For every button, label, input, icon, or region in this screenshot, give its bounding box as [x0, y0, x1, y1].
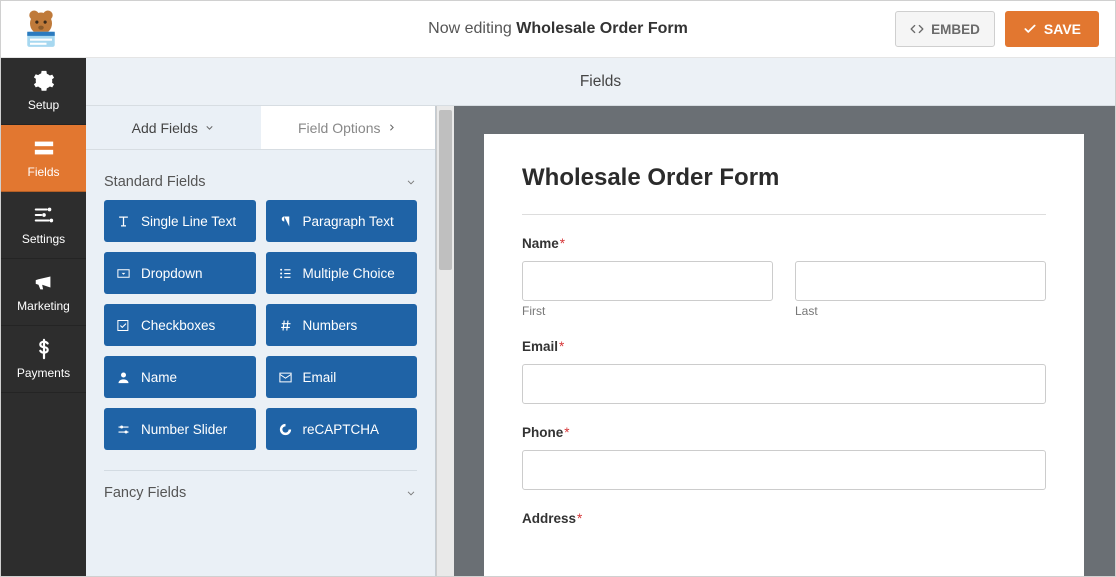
tab-add-fields[interactable]: Add Fields: [86, 106, 261, 149]
form-field-name[interactable]: Name* First Last: [522, 235, 1046, 318]
label-address: Address*: [522, 511, 582, 526]
field-paragraph-text[interactable]: Paragraph Text: [266, 200, 418, 242]
scrollbar-thumb[interactable]: [439, 110, 452, 270]
tab-field-options[interactable]: Field Options: [261, 106, 436, 149]
code-icon: [910, 22, 924, 36]
field-numbers[interactable]: Numbers: [266, 304, 418, 346]
embed-button[interactable]: EMBED: [895, 11, 995, 47]
hash-icon: [278, 318, 293, 333]
user-icon: [116, 370, 131, 385]
nav-setup[interactable]: Setup: [1, 58, 86, 125]
scrollbar[interactable]: [436, 106, 454, 576]
gear-icon: [33, 70, 55, 92]
input-last-name[interactable]: [795, 261, 1046, 301]
input-phone[interactable]: [522, 450, 1046, 490]
nav-fields[interactable]: Fields: [1, 125, 86, 192]
label-email: Email*: [522, 339, 564, 354]
form-field-address[interactable]: Address*: [522, 510, 1046, 528]
sublabel-first: First: [522, 304, 773, 318]
envelope-icon: [278, 370, 293, 385]
check-icon: [1023, 22, 1037, 36]
field-recaptcha[interactable]: reCAPTCHA: [266, 408, 418, 450]
form-canvas: Wholesale Order Form Name* First: [454, 106, 1115, 576]
panel-heading: Fields: [86, 58, 1115, 106]
save-button[interactable]: SAVE: [1005, 11, 1099, 47]
chevron-down-icon: [405, 176, 417, 188]
paragraph-icon: [278, 214, 293, 229]
text-icon: [116, 214, 131, 229]
nav-payments[interactable]: Payments: [1, 326, 86, 393]
field-dropdown[interactable]: Dropdown: [104, 252, 256, 294]
field-checkboxes[interactable]: Checkboxes: [104, 304, 256, 346]
form-field-email[interactable]: Email*: [522, 338, 1046, 404]
nav-settings[interactable]: Settings: [1, 192, 86, 259]
app-logo: [17, 5, 65, 53]
dropdown-icon: [116, 266, 131, 281]
divider: [522, 214, 1046, 215]
input-email[interactable]: [522, 364, 1046, 404]
field-email[interactable]: Email: [266, 356, 418, 398]
megaphone-icon: [33, 271, 55, 293]
form-title: Wholesale Order Form: [522, 164, 1046, 192]
slider-icon: [116, 422, 131, 437]
form-field-phone[interactable]: Phone*: [522, 424, 1046, 490]
divider: [104, 470, 417, 471]
section-fancy-fields[interactable]: Fancy Fields: [104, 485, 417, 501]
chevron-down-icon: [405, 487, 417, 499]
sublabel-last: Last: [795, 304, 1046, 318]
label-name: Name*: [522, 236, 565, 251]
field-single-line-text[interactable]: Single Line Text: [104, 200, 256, 242]
chevron-down-icon: [204, 122, 215, 133]
field-multiple-choice[interactable]: Multiple Choice: [266, 252, 418, 294]
checkbox-icon: [116, 318, 131, 333]
form-preview[interactable]: Wholesale Order Form Name* First: [484, 134, 1084, 576]
list-icon: [278, 266, 293, 281]
section-standard-fields[interactable]: Standard Fields: [104, 174, 417, 190]
field-number-slider[interactable]: Number Slider: [104, 408, 256, 450]
recaptcha-icon: [278, 422, 293, 437]
field-name[interactable]: Name: [104, 356, 256, 398]
fields-icon: [33, 137, 55, 159]
label-phone: Phone*: [522, 425, 570, 440]
input-first-name[interactable]: [522, 261, 773, 301]
nav-marketing[interactable]: Marketing: [1, 259, 86, 326]
dollar-icon: [33, 338, 55, 360]
sliders-icon: [33, 204, 55, 226]
chevron-right-icon: [386, 122, 397, 133]
